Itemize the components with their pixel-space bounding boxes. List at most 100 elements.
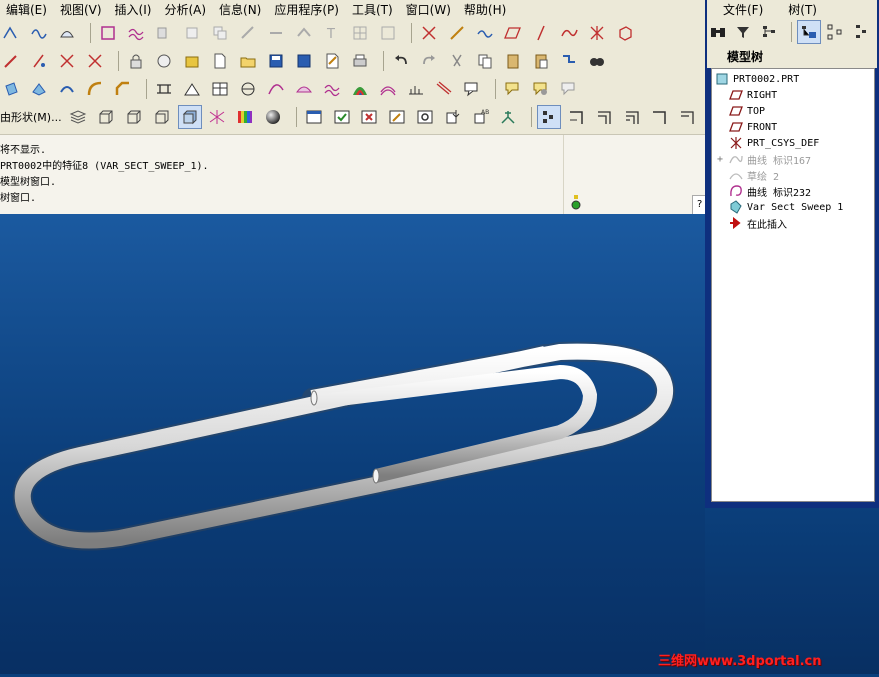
zoom-icon[interactable] [414, 106, 436, 128]
extrude-icon[interactable] [28, 78, 50, 100]
stack-icon[interactable] [68, 106, 90, 128]
box-hidden-icon[interactable] [123, 106, 145, 128]
plant-icon[interactable] [498, 106, 520, 128]
vector-icon[interactable] [433, 78, 455, 100]
menu-info[interactable]: 信息(N) [213, 1, 268, 18]
tag-icon[interactable] [502, 78, 524, 100]
plane-shade-icon[interactable] [0, 78, 22, 100]
measure-icon[interactable] [153, 78, 175, 100]
shape-menu-label[interactable]: 由形状(M)... [0, 109, 62, 125]
query-icon[interactable] [558, 78, 580, 100]
box-shade-icon[interactable] [177, 105, 202, 129]
analysis-icon[interactable] [265, 78, 287, 100]
check-icon[interactable] [331, 106, 353, 128]
tree-menu-tree[interactable]: 树(T) [772, 1, 826, 18]
layer-icon[interactable] [530, 78, 552, 100]
chamfer-icon[interactable] [112, 78, 134, 100]
filter-icon[interactable] [733, 21, 755, 43]
close-window-icon[interactable] [359, 106, 381, 128]
new-file-icon[interactable] [209, 50, 231, 72]
wave-icon[interactable] [28, 22, 50, 44]
menu-insert[interactable]: 插入(I) [109, 1, 159, 18]
arrow-point-icon[interactable] [442, 106, 464, 128]
sphere-icon[interactable] [262, 106, 284, 128]
layout-e-icon[interactable] [677, 106, 699, 128]
chain-icon[interactable] [446, 22, 468, 44]
tree-item[interactable]: RIGHT [729, 87, 777, 103]
cut-icon[interactable] [446, 50, 468, 72]
layout-c-icon[interactable] [622, 106, 644, 128]
star-icon[interactable] [586, 22, 608, 44]
section-icon[interactable] [377, 78, 399, 100]
undo-icon[interactable] [390, 50, 412, 72]
expand-plus-icon[interactable]: + [717, 154, 729, 165]
plane-icon[interactable] [377, 22, 399, 44]
window-icon[interactable] [303, 106, 325, 128]
axis-icon[interactable] [418, 22, 440, 44]
datum-plane-icon[interactable] [181, 78, 203, 100]
copy-file-icon[interactable] [474, 50, 496, 72]
regen-icon[interactable] [558, 50, 580, 72]
sketch-plane-icon[interactable] [237, 78, 259, 100]
box-wire-icon[interactable] [95, 106, 117, 128]
shell-icon[interactable] [56, 78, 78, 100]
tree-view-icon[interactable] [537, 105, 562, 129]
curve-icon[interactable] [558, 22, 580, 44]
tree-columns-icon[interactable] [759, 21, 781, 43]
menu-help[interactable]: 帮助(H) [458, 1, 513, 18]
redo-icon[interactable] [418, 50, 440, 72]
layout-a-icon[interactable] [566, 106, 588, 128]
text-icon[interactable]: T [321, 22, 343, 44]
cube-icon[interactable] [614, 22, 636, 44]
save-disk-icon[interactable] [153, 50, 175, 72]
extend-icon[interactable] [265, 22, 287, 44]
tree-item[interactable]: PRT_CSYS_DEF [729, 135, 819, 151]
line-slash-icon[interactable] [28, 50, 50, 72]
tree-item[interactable]: PRT0002.PRT [715, 71, 799, 87]
tree-item[interactable]: TOP [729, 103, 765, 119]
offset-ruler-icon[interactable] [405, 78, 427, 100]
menu-analysis[interactable]: 分析(A) [158, 1, 213, 18]
offset-icon[interactable] [237, 22, 259, 44]
menu-edit[interactable]: 编辑(E) [0, 1, 54, 18]
grid-icon[interactable] [349, 22, 371, 44]
save-as-icon[interactable] [293, 50, 315, 72]
tree-item[interactable]: FRONT [729, 119, 777, 135]
tree-item[interactable]: Var Sect Sweep 1 [729, 199, 843, 215]
spectrum-icon[interactable] [234, 106, 256, 128]
curvature-icon[interactable] [293, 78, 315, 100]
edit-window-icon[interactable] [386, 106, 408, 128]
save-icon[interactable] [265, 50, 287, 72]
wave-surface-icon[interactable] [474, 22, 496, 44]
tree-expand-icon[interactable] [824, 21, 846, 43]
menu-tools[interactable]: 工具(T) [346, 1, 400, 18]
pen-x-icon[interactable] [56, 50, 78, 72]
tree-settings-icon[interactable] [797, 20, 821, 44]
tree-collapse-icon[interactable] [850, 21, 872, 43]
find-icon[interactable] [586, 50, 608, 72]
abc-icon[interactable]: AB [470, 106, 492, 128]
tree-item[interactable]: 曲线 标识232 [729, 183, 811, 199]
net-icon[interactable] [207, 106, 229, 128]
pattern-icon[interactable] [153, 22, 175, 44]
color-map-icon[interactable] [349, 78, 371, 100]
layout-d-icon[interactable] [649, 106, 671, 128]
line-icon[interactable] [530, 22, 552, 44]
layout-b-icon[interactable] [594, 106, 616, 128]
box-noh-icon[interactable] [151, 106, 173, 128]
datum-icon[interactable] [181, 22, 203, 44]
face-icon[interactable] [56, 22, 78, 44]
wave-analysis-icon[interactable] [321, 78, 343, 100]
print-icon[interactable] [349, 50, 371, 72]
tree-item[interactable]: + 曲线 标识167 [717, 151, 811, 167]
menu-applications[interactable]: 应用程序(P) [268, 1, 346, 18]
edit-icon[interactable] [321, 50, 343, 72]
copy-icon[interactable] [209, 22, 231, 44]
sketch-icon[interactable] [0, 22, 22, 44]
menu-view[interactable]: 视图(V) [54, 1, 109, 18]
hide-icon[interactable] [84, 50, 106, 72]
box-select-icon[interactable] [97, 22, 119, 44]
note-icon[interactable] [461, 78, 483, 100]
pen-icon[interactable] [0, 50, 22, 72]
round-icon[interactable] [84, 78, 106, 100]
